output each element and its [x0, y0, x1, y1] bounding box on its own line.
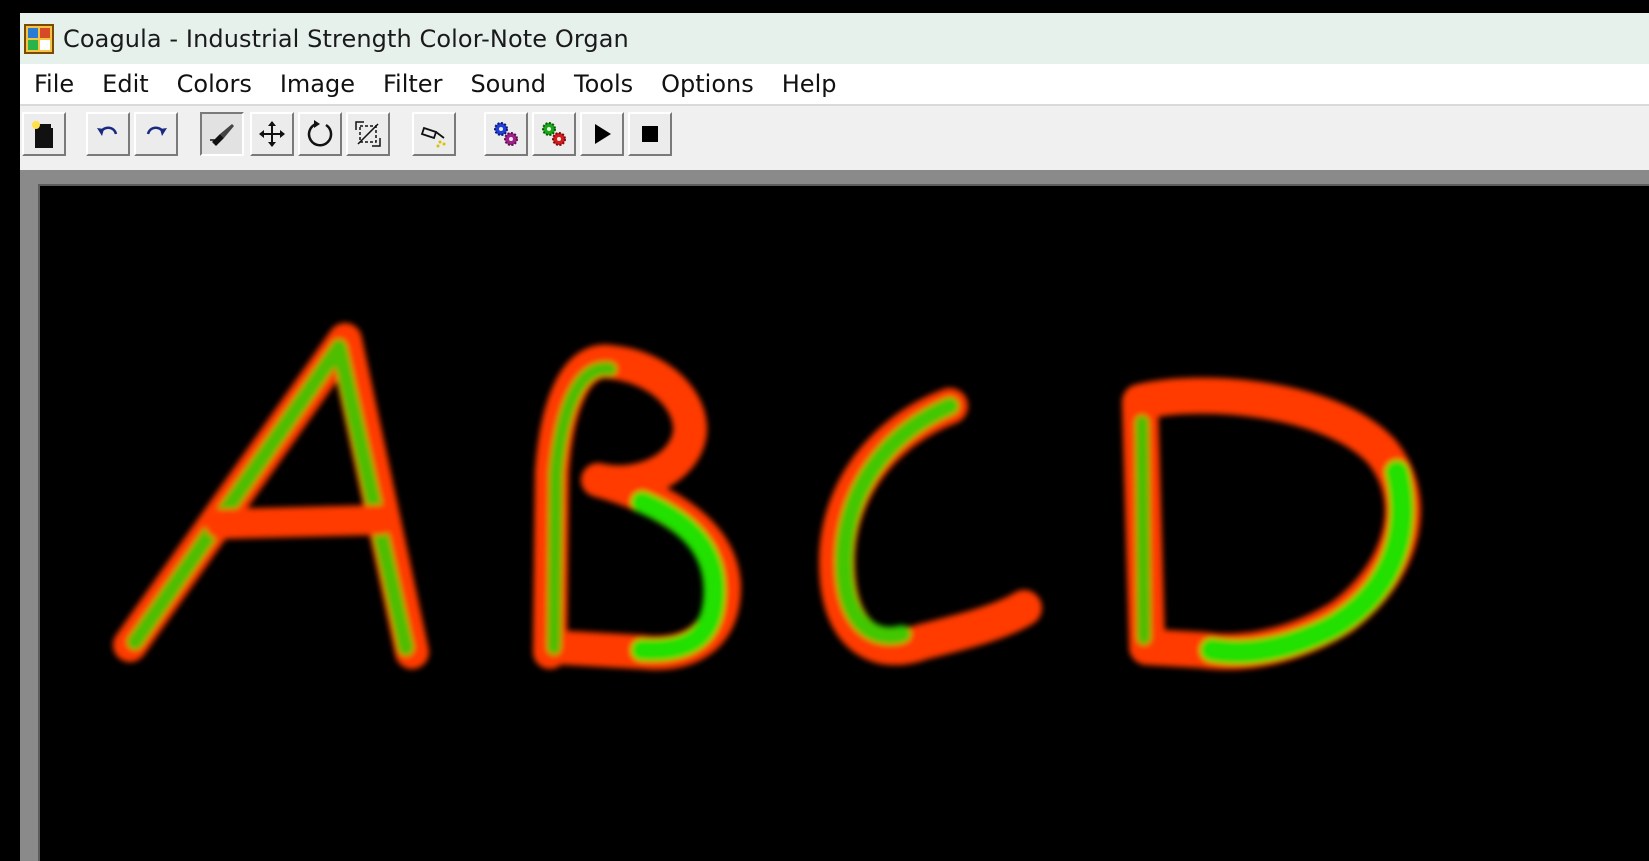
letter-a-stroke	[113, 323, 429, 669]
letter-c-stroke	[819, 388, 1042, 666]
canvas-frame	[20, 170, 1649, 861]
app-window: Coagula - Industrial Strength Color-Note…	[20, 13, 1649, 861]
canvas-drawing	[113, 323, 1421, 670]
letter-d-stroke	[1122, 377, 1421, 670]
letter-b-stroke	[533, 344, 741, 670]
drawing-canvas[interactable]	[38, 184, 1649, 861]
